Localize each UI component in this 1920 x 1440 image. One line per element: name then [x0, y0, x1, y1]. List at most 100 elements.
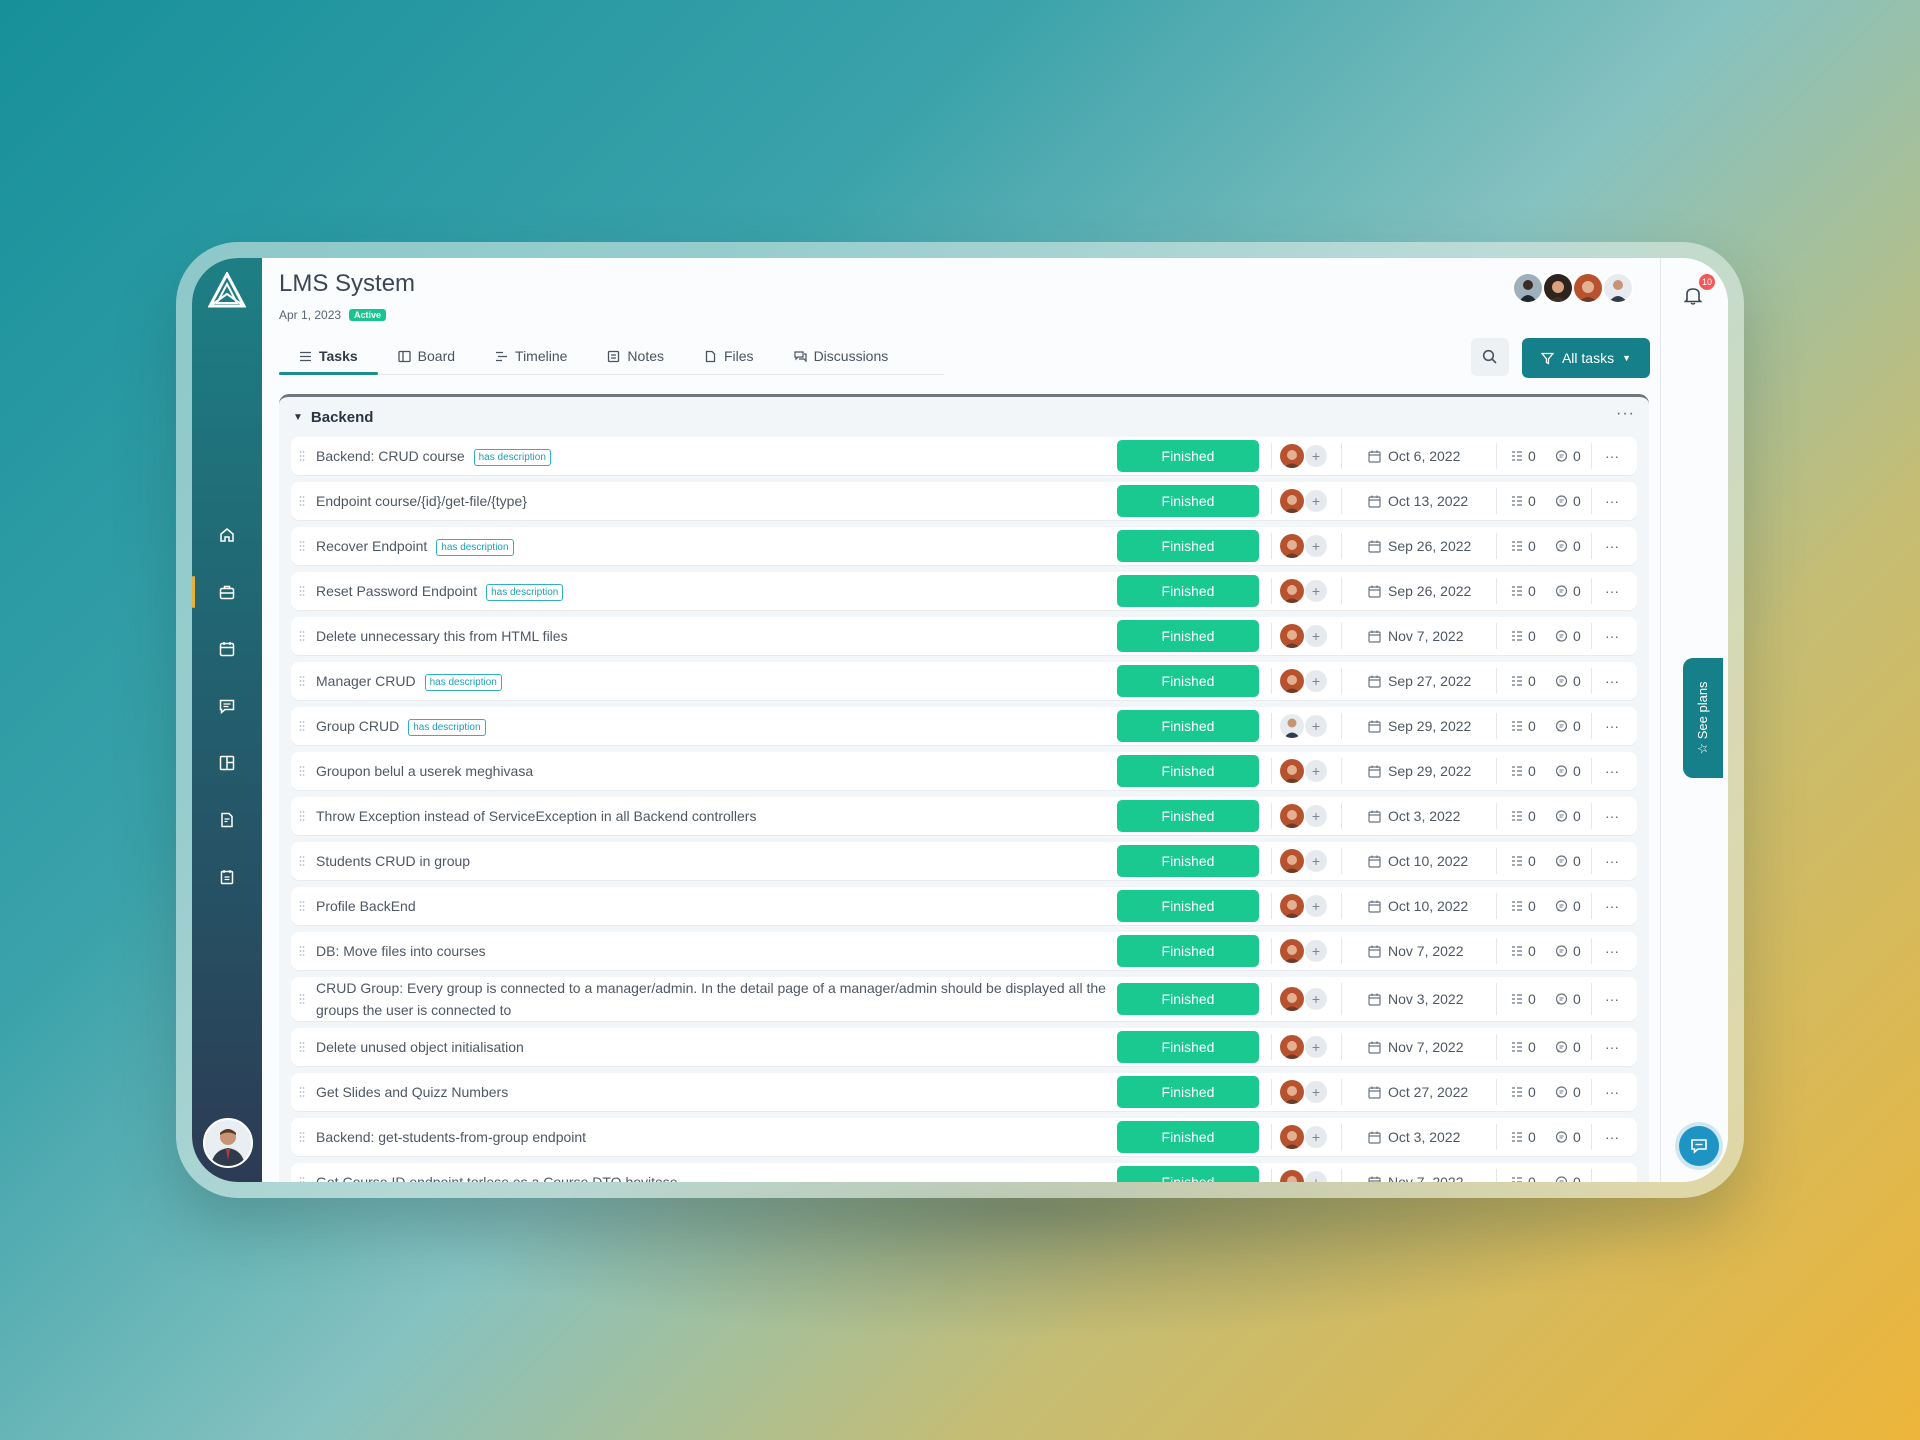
comment-count[interactable]: 0 [1555, 1039, 1581, 1055]
drag-handle-icon[interactable] [299, 810, 305, 822]
drag-handle-icon[interactable] [299, 540, 305, 552]
task-name[interactable]: Group CRUD has description [316, 715, 1106, 737]
add-assignee-button[interactable]: + [1305, 805, 1327, 827]
status-button[interactable]: Finished [1117, 575, 1259, 607]
task-row[interactable]: Delete unused object initialisation Finis… [291, 1028, 1637, 1066]
see-plans-button[interactable]: ☆ See plans [1683, 658, 1723, 778]
assignee-avatar[interactable] [1280, 579, 1304, 603]
comment-count[interactable]: 0 [1555, 943, 1581, 959]
subtask-count[interactable]: 0 [1511, 583, 1536, 599]
avatar[interactable] [1512, 272, 1544, 304]
tab-discussions[interactable]: Discussions [774, 338, 909, 374]
comment-count[interactable]: 0 [1555, 718, 1581, 734]
drag-handle-icon[interactable] [299, 1176, 305, 1182]
task-name[interactable]: Backend: CRUD course has description [316, 445, 1106, 467]
search-button[interactable] [1471, 338, 1509, 376]
row-more-button[interactable]: ··· [1605, 628, 1619, 644]
drag-handle-icon[interactable] [299, 720, 305, 732]
add-assignee-button[interactable]: + [1305, 760, 1327, 782]
task-name[interactable]: Delete unused object initialisation [316, 1036, 1106, 1058]
subtask-count[interactable]: 0 [1511, 1129, 1536, 1145]
assignee-avatar[interactable] [1280, 1125, 1304, 1149]
drag-handle-icon[interactable] [299, 993, 305, 1005]
subtask-count[interactable]: 0 [1511, 898, 1536, 914]
nav-documents[interactable] [192, 800, 262, 840]
status-button[interactable]: Finished [1117, 665, 1259, 697]
drag-handle-icon[interactable] [299, 900, 305, 912]
tab-tasks[interactable]: Tasks [279, 338, 378, 375]
due-date[interactable]: Oct 13, 2022 [1368, 493, 1468, 509]
task-name[interactable]: Get Slides and Quizz Numbers [316, 1081, 1106, 1103]
due-date[interactable]: Oct 10, 2022 [1368, 853, 1468, 869]
app-logo[interactable] [208, 272, 246, 308]
tab-notes[interactable]: Notes [587, 338, 684, 374]
row-more-button[interactable]: ··· [1605, 943, 1619, 959]
status-button[interactable]: Finished [1117, 1166, 1259, 1182]
task-name[interactable]: CRUD Group: Every group is connected to … [316, 977, 1106, 1021]
status-button[interactable]: Finished [1117, 800, 1259, 832]
status-button[interactable]: Finished [1117, 845, 1259, 877]
task-row[interactable]: Backend: get-students-from-group endpoin… [291, 1118, 1637, 1156]
assignee-avatar[interactable] [1280, 1035, 1304, 1059]
add-assignee-button[interactable]: + [1305, 1126, 1327, 1148]
due-date[interactable]: Sep 29, 2022 [1368, 718, 1471, 734]
row-more-button[interactable]: ··· [1605, 898, 1619, 914]
avatar[interactable] [1602, 272, 1634, 304]
due-date[interactable]: Oct 3, 2022 [1368, 808, 1460, 824]
task-name[interactable]: Profile BackEnd [316, 895, 1106, 917]
task-name[interactable]: Manager CRUD has description [316, 670, 1106, 692]
row-more-button[interactable]: ··· [1605, 808, 1619, 824]
add-assignee-button[interactable]: + [1305, 535, 1327, 557]
task-row[interactable]: Get Course ID endpoint torlese es a Cour… [291, 1163, 1637, 1182]
add-assignee-button[interactable]: + [1305, 1171, 1327, 1182]
row-more-button[interactable]: ··· [1605, 673, 1619, 689]
status-button[interactable]: Finished [1117, 1121, 1259, 1153]
add-assignee-button[interactable]: + [1305, 895, 1327, 917]
add-assignee-button[interactable]: + [1305, 580, 1327, 602]
drag-handle-icon[interactable] [299, 675, 305, 687]
status-button[interactable]: Finished [1117, 1031, 1259, 1063]
add-assignee-button[interactable]: + [1305, 490, 1327, 512]
row-more-button[interactable]: ··· [1605, 763, 1619, 779]
avatar[interactable] [1572, 272, 1604, 304]
status-button[interactable]: Finished [1117, 440, 1259, 472]
drag-handle-icon[interactable] [299, 450, 305, 462]
comment-count[interactable]: 0 [1555, 673, 1581, 689]
status-button[interactable]: Finished [1117, 890, 1259, 922]
assignee-avatar[interactable] [1280, 939, 1304, 963]
row-more-button[interactable]: ··· [1605, 583, 1619, 599]
subtask-count[interactable]: 0 [1511, 448, 1536, 464]
subtask-count[interactable]: 0 [1511, 628, 1536, 644]
task-name[interactable]: Students CRUD in group [316, 850, 1106, 872]
nav-projects[interactable] [192, 572, 262, 612]
status-button[interactable]: Finished [1117, 485, 1259, 517]
status-button[interactable]: Finished [1117, 755, 1259, 787]
comment-count[interactable]: 0 [1555, 628, 1581, 644]
drag-handle-icon[interactable] [299, 945, 305, 957]
tab-timeline[interactable]: Timeline [475, 338, 587, 374]
chat-button[interactable] [1679, 1126, 1719, 1166]
status-button[interactable]: Finished [1117, 710, 1259, 742]
due-date[interactable]: Nov 7, 2022 [1368, 943, 1464, 959]
nav-messages[interactable] [192, 686, 262, 726]
add-assignee-button[interactable]: + [1305, 1081, 1327, 1103]
due-date[interactable]: Oct 3, 2022 [1368, 1129, 1460, 1145]
due-date[interactable]: Oct 6, 2022 [1368, 448, 1460, 464]
assignee-avatar[interactable] [1280, 489, 1304, 513]
task-name[interactable]: Throw Exception instead of ServiceExcept… [316, 805, 1106, 827]
row-more-button[interactable]: ··· [1605, 1084, 1619, 1100]
row-more-button[interactable]: ··· [1605, 1129, 1619, 1145]
assignee-avatar[interactable] [1280, 624, 1304, 648]
drag-handle-icon[interactable] [299, 1131, 305, 1143]
drag-handle-icon[interactable] [299, 1041, 305, 1053]
comment-count[interactable]: 0 [1555, 493, 1581, 509]
add-assignee-button[interactable]: + [1305, 988, 1327, 1010]
task-row[interactable]: Delete unnecessary this from HTML files F… [291, 617, 1637, 655]
task-name[interactable]: Endpoint course/{id}/get-file/{type} [316, 490, 1106, 512]
drag-handle-icon[interactable] [299, 1086, 305, 1098]
comment-count[interactable]: 0 [1555, 1174, 1581, 1182]
team-avatars[interactable] [1512, 272, 1634, 304]
task-row[interactable]: Manager CRUD has description Finished + Sep … [291, 662, 1637, 700]
subtask-count[interactable]: 0 [1511, 943, 1536, 959]
task-row[interactable]: Group CRUD has description Finished + Sep 29… [291, 707, 1637, 745]
